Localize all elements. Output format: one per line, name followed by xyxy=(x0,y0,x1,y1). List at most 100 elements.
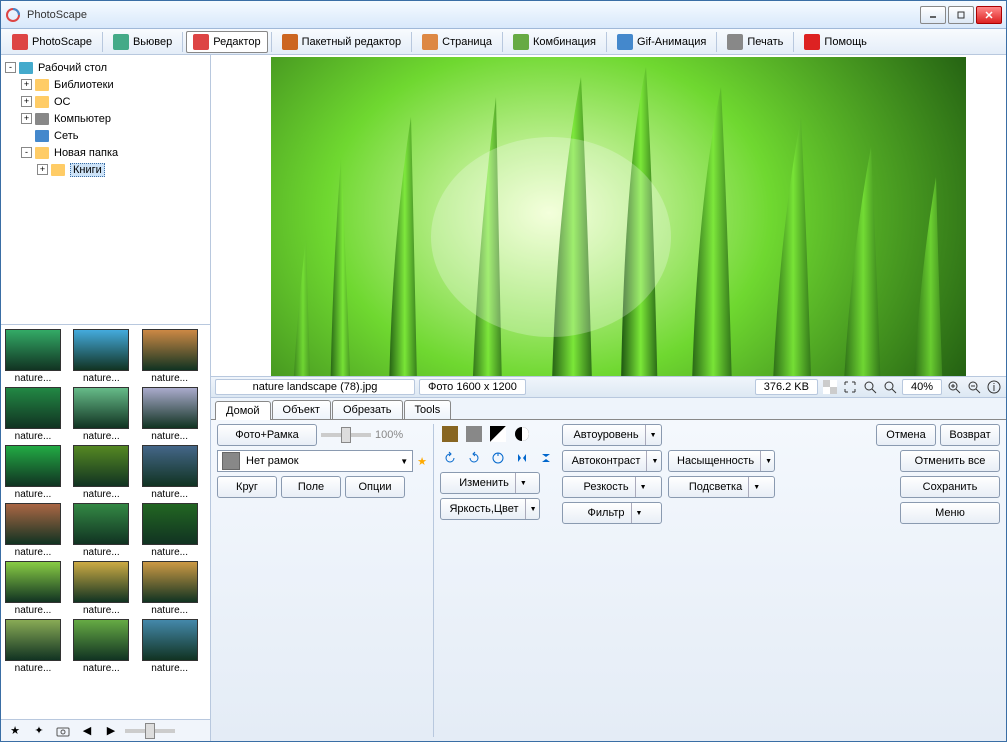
frame-slider[interactable] xyxy=(321,433,371,437)
tree-node[interactable]: +ОС xyxy=(5,93,206,110)
tab-tools[interactable]: Tools xyxy=(404,400,452,419)
frame-combo[interactable]: Нет рамок xyxy=(217,450,413,472)
thumb-image xyxy=(73,329,129,371)
toolbar-page[interactable]: Страница xyxy=(415,31,499,53)
tree-node[interactable]: +Библиотеки xyxy=(5,76,206,93)
tab-object[interactable]: Объект xyxy=(272,400,331,419)
main-image xyxy=(271,57,966,376)
tree-toggle[interactable]: - xyxy=(21,147,32,158)
thumbnail[interactable]: nature... xyxy=(73,503,129,558)
tree-node[interactable]: -Новая папка xyxy=(5,144,206,161)
fit-icon[interactable] xyxy=(842,379,858,395)
thumbnail[interactable]: nature... xyxy=(5,619,61,674)
info-icon[interactable]: i xyxy=(986,379,1002,395)
gradient1-icon[interactable] xyxy=(440,424,460,444)
toolbar-editor[interactable]: Редактор xyxy=(186,31,267,53)
flip-h-icon[interactable] xyxy=(512,448,532,468)
tree-toggle[interactable]: + xyxy=(21,79,32,90)
round-button[interactable]: Круг xyxy=(217,476,277,498)
wand-icon[interactable]: ✦ xyxy=(29,721,49,741)
thumbnail[interactable]: nature... xyxy=(142,445,198,500)
toolbar-help[interactable]: Помощь xyxy=(797,31,874,53)
contrast-icon[interactable] xyxy=(488,424,508,444)
toolbar-gif[interactable]: Gif-Анимация xyxy=(610,31,713,53)
undo-all-button[interactable]: Отменить все xyxy=(900,450,1000,472)
minimize-button[interactable] xyxy=(920,6,946,24)
star-icon[interactable]: ★ xyxy=(417,455,427,468)
thumbnail[interactable]: nature... xyxy=(5,503,61,558)
autocontrast-button[interactable]: Автоконтраст xyxy=(562,450,662,472)
brightness-button[interactable]: Яркость,Цвет xyxy=(440,498,540,520)
tree-node[interactable]: +Книги xyxy=(5,161,206,178)
next-icon[interactable]: ▶ xyxy=(101,721,121,741)
maximize-button[interactable] xyxy=(948,6,974,24)
thumbnail[interactable]: nature... xyxy=(5,445,61,500)
thumbnail[interactable]: nature... xyxy=(142,619,198,674)
window-title: PhotoScape xyxy=(27,9,920,21)
toolbar-photoscape[interactable]: PhotoScape xyxy=(5,31,99,53)
folder-tree[interactable]: -Рабочий стол+Библиотеки+ОС+КомпьютерСет… xyxy=(1,55,210,325)
toolbar-combine[interactable]: Комбинация xyxy=(506,31,603,53)
photo-frame-button[interactable]: Фото+Рамка xyxy=(217,424,317,446)
toolbar-viewer[interactable]: Вьювер xyxy=(106,31,179,53)
controls-panel: Фото+Рамка 100% Нет рамок ★ Круг Поле Оп… xyxy=(211,419,1006,741)
zoom-b-icon[interactable] xyxy=(882,379,898,395)
thumbnail[interactable]: nature... xyxy=(5,561,61,616)
zoom-in-icon[interactable] xyxy=(946,379,962,395)
thumbnail[interactable]: nature... xyxy=(73,445,129,500)
thumb-size-slider[interactable] xyxy=(125,729,175,733)
rotate-free-icon[interactable] xyxy=(488,448,508,468)
undo-button[interactable]: Отмена xyxy=(876,424,936,446)
gif-icon xyxy=(617,34,633,50)
thumbnail[interactable]: nature... xyxy=(142,503,198,558)
thumbnail[interactable]: nature... xyxy=(73,619,129,674)
thumbnail[interactable]: nature... xyxy=(142,561,198,616)
thumbnail[interactable]: nature... xyxy=(73,387,129,442)
save-button[interactable]: Сохранить xyxy=(900,476,1000,498)
thumb-image xyxy=(73,445,129,487)
toolbar-print[interactable]: Печать xyxy=(720,31,790,53)
sharpness-button[interactable]: Резкость xyxy=(562,476,662,498)
tree-toggle[interactable]: + xyxy=(21,96,32,107)
tree-toggle[interactable]: - xyxy=(5,62,16,73)
thumbnail[interactable]: nature... xyxy=(73,561,129,616)
tab-crop[interactable]: Обрезать xyxy=(332,400,403,419)
tree-node[interactable]: +Компьютер xyxy=(5,110,206,127)
rotate-ccw-icon[interactable] xyxy=(440,448,460,468)
star-icon[interactable]: ★ xyxy=(5,721,25,741)
zoom-out-icon[interactable] xyxy=(966,379,982,395)
zoom-a-icon[interactable] xyxy=(862,379,878,395)
thumbnail[interactable]: nature... xyxy=(5,387,61,442)
tree-toggle[interactable]: + xyxy=(21,113,32,124)
field-button[interactable]: Поле xyxy=(281,476,341,498)
options-button[interactable]: Опции xyxy=(345,476,405,498)
camera-icon[interactable] xyxy=(53,721,73,741)
saturation-button[interactable]: Насыщенность xyxy=(668,450,775,472)
toolbar-batch[interactable]: Пакетный редактор xyxy=(275,31,409,53)
prev-icon[interactable]: ◀ xyxy=(77,721,97,741)
tree-node[interactable]: Сеть xyxy=(5,127,206,144)
thumbnail[interactable]: nature... xyxy=(142,387,198,442)
filter-button[interactable]: Фильтр xyxy=(562,502,662,524)
redo-button[interactable]: Возврат xyxy=(940,424,1000,446)
backlight-button[interactable]: Подсветка xyxy=(668,476,775,498)
thumb-label: nature... xyxy=(5,663,61,674)
flip-v-icon[interactable] xyxy=(536,448,556,468)
menu-button[interactable]: Меню xyxy=(900,502,1000,524)
rotate-cw-icon[interactable] xyxy=(464,448,484,468)
close-button[interactable] xyxy=(976,6,1002,24)
checker-icon[interactable] xyxy=(822,379,838,395)
tree-toggle[interactable]: + xyxy=(37,164,48,175)
tree-node[interactable]: -Рабочий стол xyxy=(5,59,206,76)
thumbnail[interactable]: nature... xyxy=(142,329,198,384)
gradient2-icon[interactable] xyxy=(464,424,484,444)
thumb-label: nature... xyxy=(142,489,198,500)
thumbnail-panel[interactable]: nature...nature...nature...nature...natu… xyxy=(1,325,210,719)
invert-icon[interactable] xyxy=(512,424,532,444)
thumbnail[interactable]: nature... xyxy=(5,329,61,384)
tab-home[interactable]: Домой xyxy=(215,401,271,420)
thumbnail[interactable]: nature... xyxy=(73,329,129,384)
resize-button[interactable]: Изменить xyxy=(440,472,540,494)
autolevel-button[interactable]: Автоуровень xyxy=(562,424,662,446)
canvas-area[interactable] xyxy=(211,55,1006,376)
